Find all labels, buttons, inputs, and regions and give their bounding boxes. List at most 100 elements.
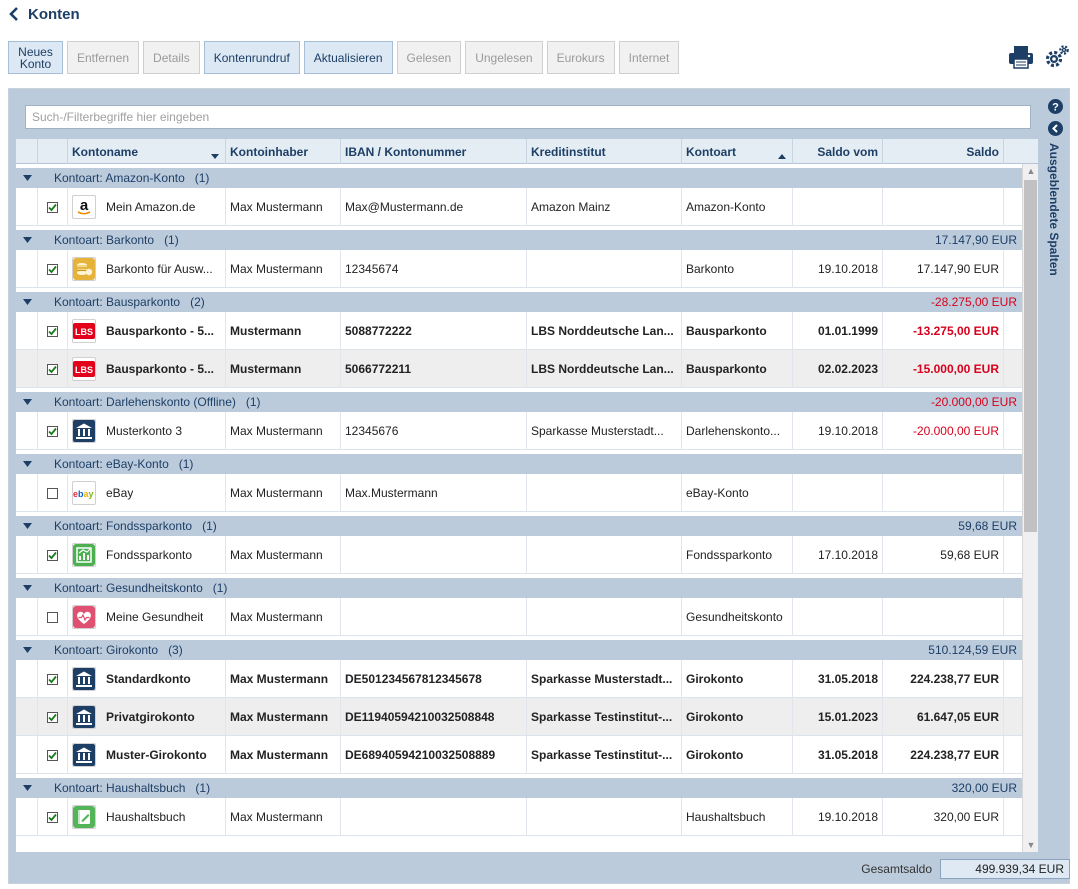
- group-row[interactable]: Kontoart: Girokonto (3) 510.124,59 EUR: [16, 636, 1022, 660]
- account-type: Bausparkonto: [682, 312, 793, 350]
- hidden-columns-sidebar: ? Ausgeblendete Spalten: [1045, 95, 1065, 855]
- group-label: Kontoart: Amazon-Konto: [54, 171, 185, 185]
- account-name: Muster-Girokonto: [106, 748, 207, 762]
- collapse-triangle-icon[interactable]: [16, 523, 38, 529]
- entfernen-button[interactable]: Entfernen: [67, 41, 140, 74]
- gears-icon[interactable]: [1044, 44, 1070, 70]
- details-button[interactable]: Details: [143, 41, 200, 74]
- collapse-triangle-icon[interactable]: [16, 785, 38, 791]
- group-label: Kontoart: Girokonto: [54, 643, 159, 657]
- table-row[interactable]: a Mein Amazon.de Max Mustermann Max@Musterm…: [16, 188, 1022, 226]
- group-row[interactable]: Kontoart: Fondssparkonto (1) 59,68 EUR: [16, 512, 1022, 536]
- sort-ascending-icon[interactable]: [778, 148, 786, 162]
- account-checkbox[interactable]: [47, 611, 58, 623]
- bank-icon: [72, 667, 96, 691]
- chevron-left-icon[interactable]: [1048, 121, 1063, 139]
- account-checkbox[interactable]: [47, 749, 58, 761]
- account-checkbox[interactable]: [47, 811, 58, 823]
- ungelesen-button[interactable]: Ungelesen: [465, 41, 543, 74]
- account-owner: Max Mustermann: [226, 598, 341, 636]
- table-row[interactable]: Privatgirokonto Max Mustermann DE119405942…: [16, 698, 1022, 736]
- table-row[interactable]: LBS Bausparkonto - 5... Mustermann 50667722…: [16, 350, 1022, 388]
- internet-button[interactable]: Internet: [618, 41, 680, 74]
- group-row[interactable]: Kontoart: Haushaltsbuch (1) 320,00 EUR: [16, 774, 1022, 798]
- balance-date: 31.05.2018: [793, 736, 883, 774]
- account-name: Mein Amazon.de: [106, 200, 196, 214]
- group-row[interactable]: Kontoart: Bausparkonto (2) -28.275,00 EUR: [16, 288, 1022, 312]
- kontenrundruf-button[interactable]: Kontenrundruf: [203, 41, 300, 74]
- row-end-spacer: [1004, 798, 1022, 836]
- collapse-triangle-icon[interactable]: [16, 585, 38, 591]
- account-checkbox[interactable]: [47, 263, 58, 275]
- account-checkbox[interactable]: [47, 325, 58, 337]
- help-icon[interactable]: ?: [1048, 99, 1063, 117]
- account-checkbox[interactable]: [47, 425, 58, 437]
- chevron-left-icon[interactable]: [8, 7, 20, 21]
- row-end-spacer: [1004, 660, 1022, 698]
- neues-konto-button[interactable]: Neues Konto: [8, 41, 63, 74]
- collapse-triangle-icon[interactable]: [16, 647, 38, 653]
- account-balance: [883, 598, 1004, 636]
- group-row[interactable]: Kontoart: Amazon-Konto (1): [16, 164, 1022, 188]
- group-row[interactable]: Kontoart: eBay-Konto (1): [16, 450, 1022, 474]
- table-row[interactable]: Haushaltsbuch Max Mustermann Haushaltsbuch…: [16, 798, 1022, 836]
- collapse-triangle-icon[interactable]: [16, 175, 38, 181]
- row-checkbox-cell: [38, 598, 68, 636]
- collapse-triangle-icon[interactable]: [16, 461, 38, 467]
- aktualisieren-button[interactable]: Aktualisieren: [303, 41, 393, 74]
- group-count: (1): [164, 233, 179, 247]
- dropdown-arrow-icon[interactable]: [211, 148, 219, 162]
- table-row[interactable]: Muster-Girokonto Max Mustermann DE68940594…: [16, 736, 1022, 774]
- printer-icon[interactable]: [1008, 45, 1034, 69]
- collapse-triangle-icon[interactable]: [16, 237, 38, 243]
- account-checkbox[interactable]: [47, 363, 58, 375]
- row-end-spacer: [1004, 250, 1022, 288]
- collapse-triangle-icon[interactable]: [16, 399, 38, 405]
- group-row[interactable]: Kontoart: Gesundheitskonto (1): [16, 574, 1022, 598]
- account-iban: 5066772211: [341, 350, 527, 388]
- column-header-saldo[interactable]: Saldo: [883, 139, 1004, 164]
- column-header-iban[interactable]: IBAN / Kontonummer: [341, 139, 527, 164]
- collapse-triangle-icon[interactable]: [16, 299, 38, 305]
- account-name-cell: Meine Gesundheit: [68, 598, 226, 636]
- gelesen-button[interactable]: Gelesen: [396, 41, 462, 74]
- row-spacer: [16, 188, 38, 226]
- table-row[interactable]: ebay eBay Max Mustermann Max.Mustermann eBay…: [16, 474, 1022, 512]
- column-header-kontoname[interactable]: Kontoname: [68, 139, 226, 164]
- table-row[interactable]: Musterkonto 3 Max Mustermann 12345676 Spark…: [16, 412, 1022, 450]
- search-input[interactable]: [26, 106, 1030, 128]
- account-balance: 59,68 EUR: [883, 536, 1004, 574]
- account-checkbox[interactable]: [47, 201, 58, 213]
- account-type: Girokonto: [682, 660, 793, 698]
- account-balance: 320,00 EUR: [883, 798, 1004, 836]
- account-checkbox[interactable]: [47, 673, 58, 685]
- vertical-scrollbar[interactable]: ▲ ▼: [1022, 164, 1038, 852]
- column-header-kontoart[interactable]: Kontoart: [682, 139, 793, 164]
- account-checkbox[interactable]: [47, 549, 58, 561]
- account-bank: [527, 474, 682, 512]
- column-header-kreditinstitut[interactable]: Kreditinstitut: [527, 139, 682, 164]
- column-header-saldo-vom[interactable]: Saldo vom: [793, 139, 883, 164]
- lbs-icon: LBS: [72, 357, 96, 381]
- group-row[interactable]: Kontoart: Barkonto (1) 17.147,90 EUR: [16, 226, 1022, 250]
- table-row[interactable]: LBS Bausparkonto - 5... Mustermann 50887722…: [16, 312, 1022, 350]
- scroll-down-icon[interactable]: ▼: [1023, 838, 1038, 852]
- account-checkbox[interactable]: [47, 711, 58, 723]
- table-row[interactable]: Fondssparkonto Max Mustermann Fondssparkon…: [16, 536, 1022, 574]
- column-header-kontoinhaber[interactable]: Kontoinhaber: [226, 139, 341, 164]
- table-row[interactable]: Standardkonto Max Mustermann DE50123456781…: [16, 660, 1022, 698]
- account-iban: 12345676: [341, 412, 527, 450]
- group-sum: 320,00 EUR: [951, 781, 1017, 795]
- table-row[interactable]: Meine Gesundheit Max Mustermann Gesundheit…: [16, 598, 1022, 636]
- group-row[interactable]: Kontoart: Darlehenskonto (Offline) (1) -20…: [16, 388, 1022, 412]
- page-title: Konten: [28, 5, 80, 23]
- hidden-columns-label[interactable]: Ausgeblendete Spalten: [1047, 143, 1061, 276]
- account-checkbox[interactable]: [47, 487, 58, 499]
- table-row[interactable]: Barkonto für Ausw... Max Mustermann 123456…: [16, 250, 1022, 288]
- account-owner: Mustermann: [226, 350, 341, 388]
- account-balance: 224.238,77 EUR: [883, 660, 1004, 698]
- column-header-row: Kontoname Kontoinhaber IBAN / Kontonumme…: [16, 139, 1038, 164]
- eurokurs-button[interactable]: Eurokurs: [546, 41, 615, 74]
- scroll-thumb[interactable]: [1024, 180, 1037, 532]
- scroll-up-icon[interactable]: ▲: [1023, 164, 1038, 178]
